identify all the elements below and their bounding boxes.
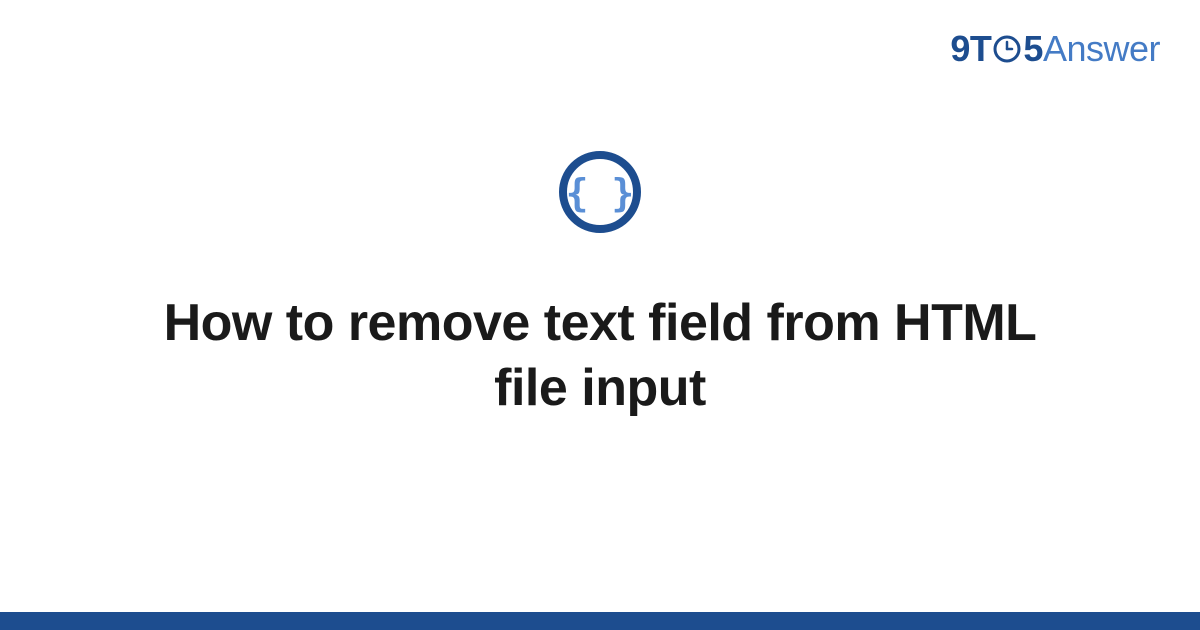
svg-text:{ }: { } — [566, 171, 635, 215]
footer-accent-bar — [0, 612, 1200, 630]
main-content: { } How to remove text field from HTML f… — [0, 0, 1200, 630]
code-braces-icon: { } — [558, 150, 642, 239]
page-title: How to remove text field from HTML file … — [150, 291, 1050, 421]
